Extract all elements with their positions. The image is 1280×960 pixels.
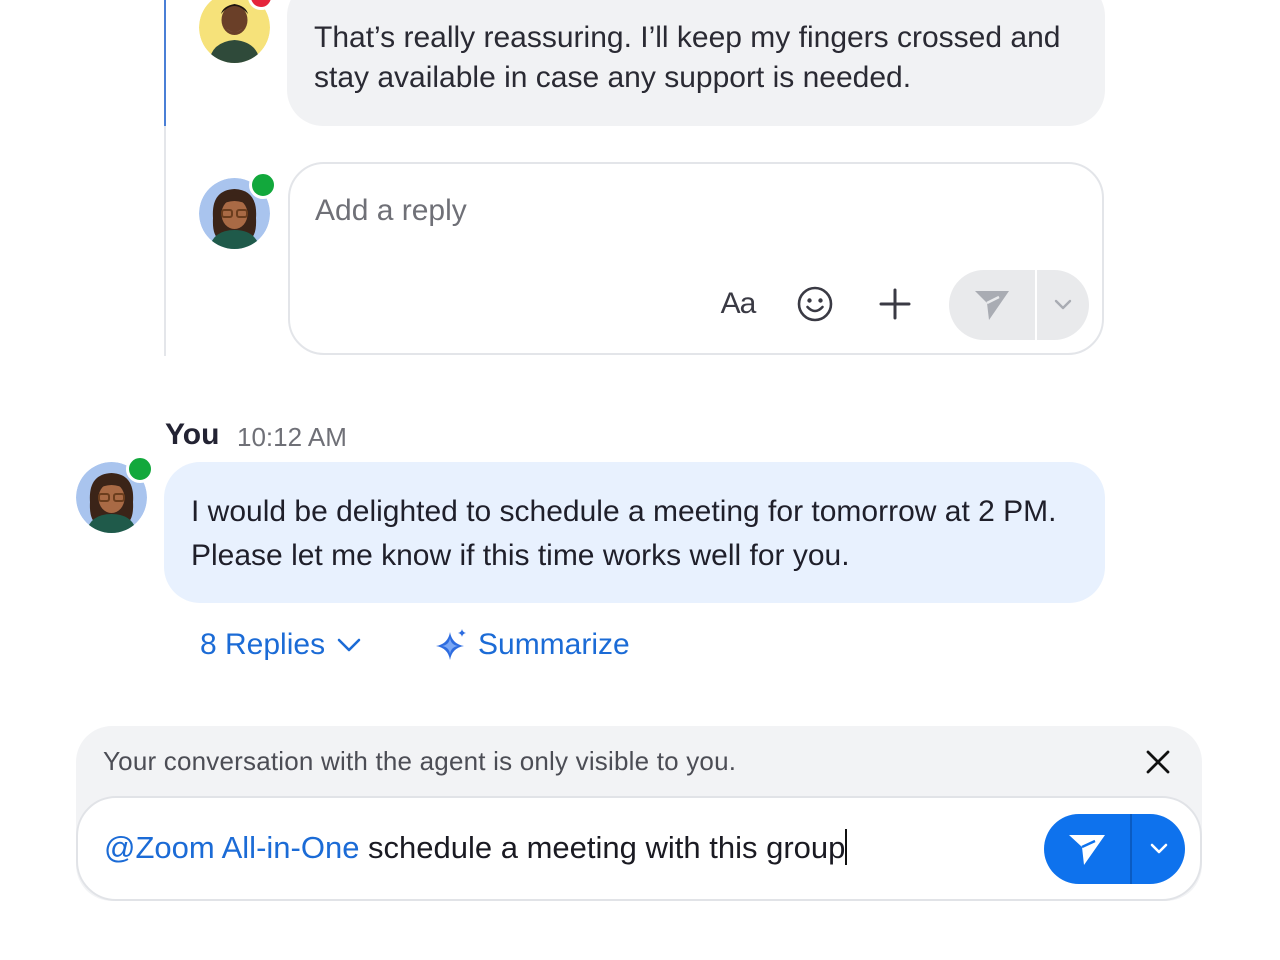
- format-text-icon[interactable]: Aa: [718, 284, 758, 324]
- own-message-bubble: I would be delighted to schedule a meeti…: [164, 462, 1105, 603]
- own-message-text: I would be delighted to schedule a meeti…: [191, 495, 1057, 572]
- close-icon[interactable]: [1142, 746, 1174, 778]
- status-online-dot: [249, 171, 277, 199]
- sender-name: You: [165, 418, 220, 451]
- chevron-down-icon[interactable]: [1132, 814, 1185, 884]
- summarize-button[interactable]: Summarize: [434, 628, 630, 662]
- reply-message-bubble: That’s really reassuring. I’ll keep my f…: [287, 0, 1105, 126]
- agent-input-content[interactable]: @Zoom All-in-One schedule a meeting with…: [104, 829, 848, 866]
- agent-mention[interactable]: @Zoom All-in-One: [104, 830, 359, 865]
- agent-privacy-notice: Your conversation with the agent is only…: [103, 746, 737, 776]
- agent-send-button[interactable]: [1044, 814, 1185, 884]
- replies-toggle[interactable]: 8 Replies: [200, 628, 361, 662]
- text-caret: [845, 829, 848, 865]
- chevron-down-icon[interactable]: [1037, 270, 1089, 340]
- status-online-dot: [126, 455, 154, 483]
- agent-panel: Your conversation with the agent is only…: [76, 726, 1202, 901]
- emoji-icon[interactable]: [795, 284, 835, 324]
- send-icon[interactable]: [1044, 814, 1130, 884]
- reply-message-text: That’s really reassuring. I’ll keep my f…: [314, 21, 1061, 94]
- format-text-label: Aa: [720, 287, 757, 320]
- replies-count-label: 8 Replies: [200, 628, 326, 661]
- thread-line-highlight: [164, 0, 166, 126]
- plus-icon[interactable]: [875, 284, 915, 324]
- reply-composer: Aa: [288, 162, 1104, 355]
- summarize-label: Summarize: [478, 628, 630, 661]
- agent-typed-text: schedule a meeting with this group: [359, 830, 846, 865]
- agent-message-input[interactable]: @Zoom All-in-One schedule a meeting with…: [76, 796, 1202, 901]
- send-icon[interactable]: [949, 270, 1035, 340]
- message-timestamp: 10:12 AM: [237, 422, 347, 452]
- ai-sparkle-icon: [436, 629, 466, 660]
- chevron-down-icon: [337, 638, 361, 652]
- send-button-disabled[interactable]: [949, 270, 1089, 340]
- reply-input[interactable]: [315, 194, 1015, 228]
